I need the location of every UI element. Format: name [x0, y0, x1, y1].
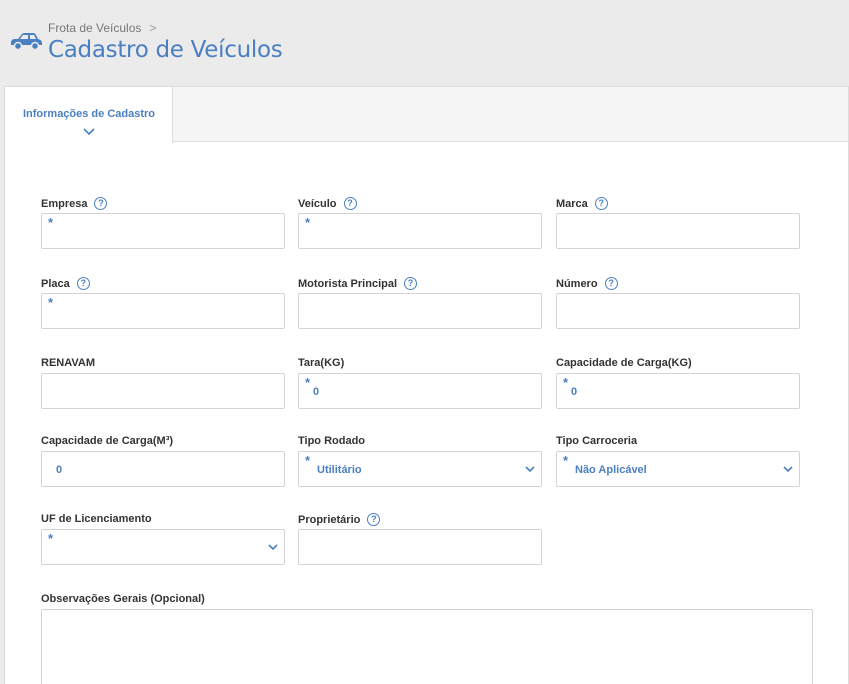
- chevron-down-icon: [783, 466, 793, 473]
- required-marker: *: [563, 453, 569, 468]
- tipo-rodado-label: Tipo Rodado: [298, 435, 366, 447]
- field-uf-licenciamento: UF de Licenciamento *: [41, 513, 285, 567]
- capacidade-m3-label: Capacidade de Carga(M³): [41, 435, 174, 447]
- capacidade-kg-label: Capacidade de Carga(KG): [556, 357, 692, 369]
- empresa-label: Empresa: [41, 197, 88, 210]
- breadcrumb-item-frota[interactable]: Frota de Veículos: [48, 21, 141, 35]
- tara-value: 0: [313, 386, 320, 398]
- field-veiculo: Veículo? *: [298, 197, 542, 251]
- veiculo-label: Veículo: [298, 197, 337, 210]
- tipo-carroceria-select[interactable]: * Não Aplicável: [556, 451, 800, 487]
- breadcrumb: Frota de Veículos >: [48, 21, 156, 35]
- field-proprietario: Proprietário?: [298, 513, 542, 567]
- field-placa: Placa? *: [41, 277, 285, 331]
- tipo-rodado-value: Utilitário: [317, 464, 362, 476]
- tipo-carroceria-value: Não Aplicável: [575, 464, 647, 476]
- tipo-carroceria-label: Tipo Carroceria: [556, 435, 638, 447]
- motorista-input[interactable]: [298, 293, 542, 329]
- required-marker: *: [48, 295, 54, 310]
- help-icon[interactable]: ?: [404, 277, 418, 290]
- tab-informacoes-cadastro[interactable]: Informações de Cadastro: [5, 87, 173, 143]
- help-icon[interactable]: ?: [594, 197, 608, 210]
- chevron-down-icon: [83, 128, 95, 136]
- field-observacoes: Observações Gerais (Opcional): [41, 593, 813, 684]
- required-marker: *: [305, 375, 311, 390]
- breadcrumb-separator-icon: >: [149, 21, 157, 35]
- tipo-rodado-select[interactable]: * Utilitário: [298, 451, 542, 487]
- help-icon[interactable]: ?: [367, 513, 381, 526]
- tab-bar: Informações de Cadastro: [5, 87, 848, 143]
- capacidade-m3-input[interactable]: 0: [41, 451, 285, 487]
- placa-label: Placa: [41, 277, 70, 290]
- uf-select[interactable]: *: [41, 529, 285, 565]
- observacoes-textarea[interactable]: [41, 609, 813, 684]
- required-marker: *: [305, 215, 311, 230]
- field-empresa: Empresa? *: [41, 197, 285, 251]
- form-card: Informações de Cadastro Empresa? * Veícu…: [4, 86, 849, 684]
- placa-input[interactable]: *: [41, 293, 285, 329]
- tara-label: Tara(KG): [298, 357, 345, 369]
- marca-label: Marca: [556, 197, 588, 210]
- field-tara: Tara(KG) * 0: [298, 357, 542, 411]
- chevron-down-icon: [268, 544, 278, 551]
- observacoes-label: Observações Gerais (Opcional): [41, 593, 205, 605]
- veiculo-input[interactable]: *: [298, 213, 542, 249]
- renavam-label: RENAVAM: [41, 357, 95, 369]
- proprietario-label: Proprietário: [298, 513, 361, 526]
- field-marca: Marca?: [556, 197, 800, 251]
- proprietario-input[interactable]: [298, 529, 542, 565]
- required-marker: *: [305, 453, 311, 468]
- help-icon[interactable]: ?: [76, 277, 90, 290]
- chevron-down-icon: [525, 466, 535, 473]
- field-capacidade-kg: Capacidade de Carga(KG) * 0: [556, 357, 800, 411]
- field-motorista: Motorista Principal?: [298, 277, 542, 331]
- field-renavam: RENAVAM: [41, 357, 285, 411]
- motorista-label: Motorista Principal: [298, 277, 398, 290]
- field-numero: Número?: [556, 277, 800, 331]
- car-icon: [11, 33, 42, 50]
- capacidade-m3-value: 0: [56, 464, 63, 476]
- marca-input[interactable]: [556, 213, 800, 249]
- field-tipo-rodado: Tipo Rodado * Utilitário: [298, 435, 542, 489]
- required-marker: *: [48, 531, 54, 546]
- renavam-input[interactable]: [41, 373, 285, 409]
- help-icon[interactable]: ?: [343, 197, 357, 210]
- help-icon[interactable]: ?: [94, 197, 108, 210]
- help-icon[interactable]: ?: [604, 277, 618, 290]
- required-marker: *: [48, 215, 54, 230]
- field-tipo-carroceria: Tipo Carroceria * Não Aplicável: [556, 435, 800, 489]
- tara-input[interactable]: * 0: [298, 373, 542, 409]
- empresa-input[interactable]: *: [41, 213, 285, 249]
- capacidade-kg-value: 0: [571, 386, 578, 398]
- required-marker: *: [563, 375, 569, 390]
- field-capacidade-m3: Capacidade de Carga(M³) 0: [41, 435, 285, 489]
- page-title: Cadastro de Veículos: [48, 37, 283, 63]
- uf-label: UF de Licenciamento: [41, 513, 152, 525]
- page-header: Frota de Veículos > Cadastro de Veículos: [0, 0, 849, 86]
- tab-label: Informações de Cadastro: [22, 108, 156, 120]
- numero-input[interactable]: [556, 293, 800, 329]
- capacidade-kg-input[interactable]: * 0: [556, 373, 800, 409]
- numero-label: Número: [556, 277, 598, 290]
